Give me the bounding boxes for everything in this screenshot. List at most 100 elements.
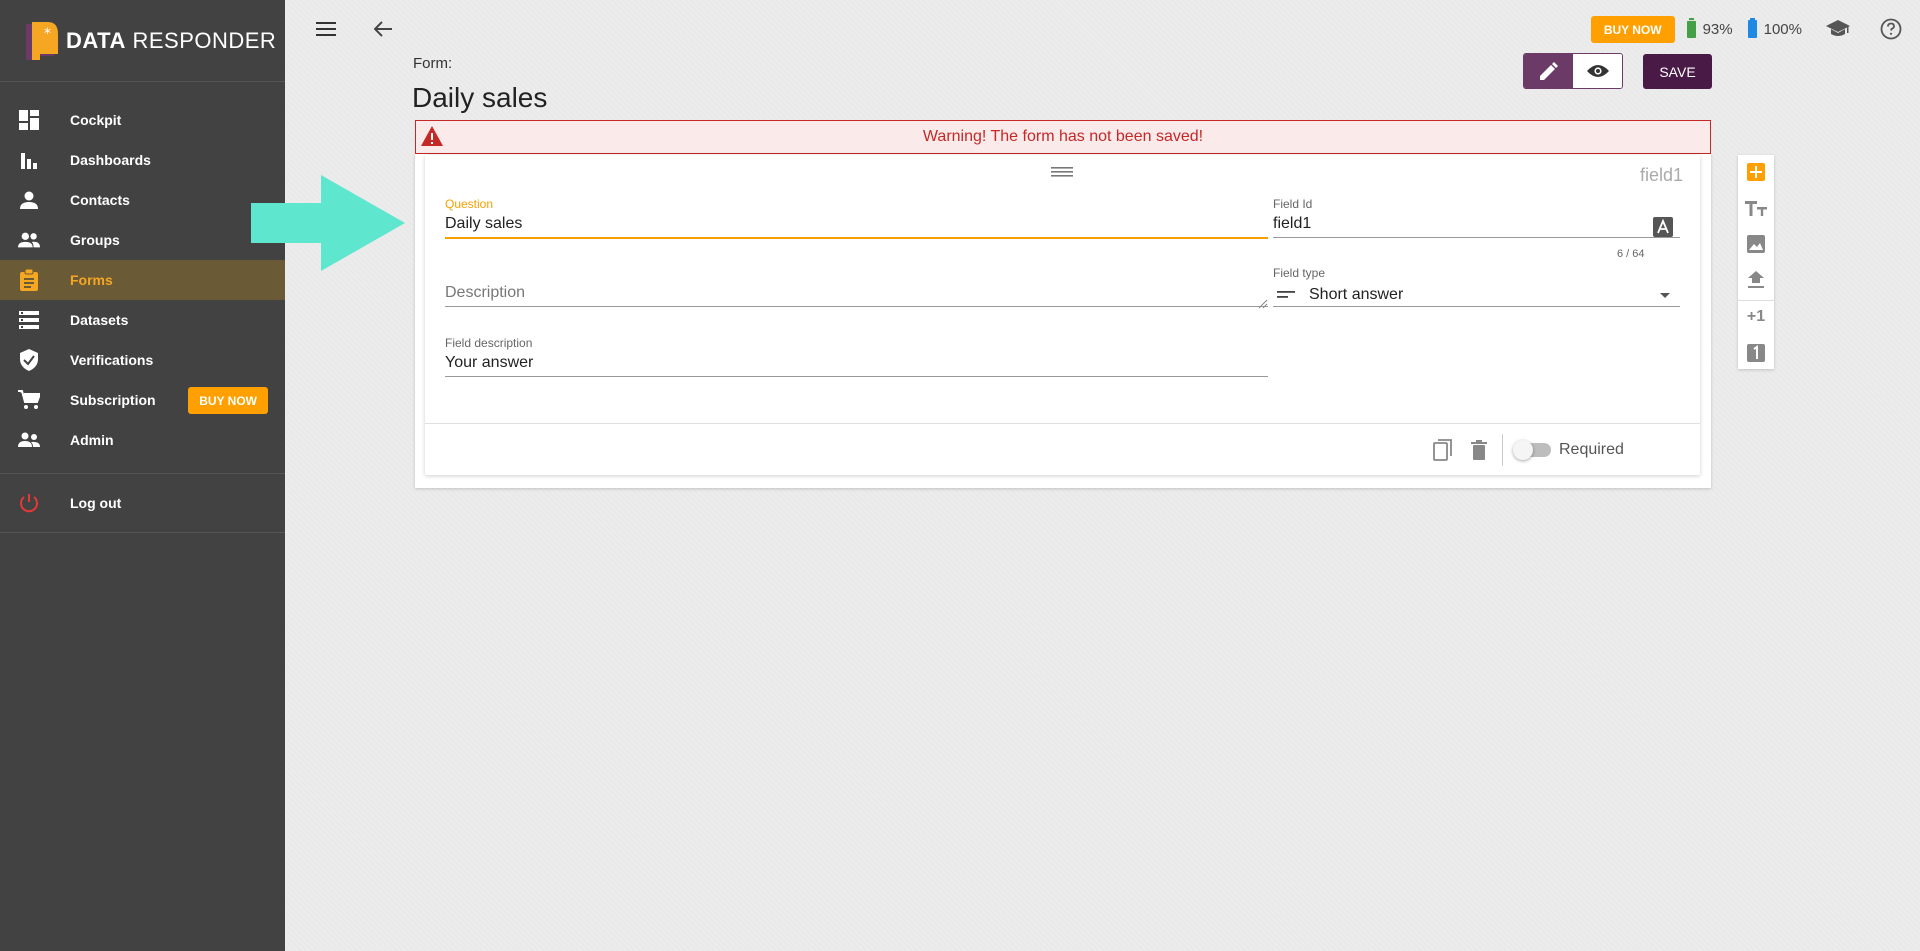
bar-chart-icon <box>18 149 40 171</box>
question-field[interactable]: Question Daily sales <box>445 197 1268 239</box>
description-underline <box>445 306 1268 307</box>
sidebar-item-admin[interactable]: Admin <box>0 420 285 460</box>
text-size-icon[interactable] <box>1744 196 1768 220</box>
dashboard-icon <box>18 109 40 131</box>
sidebar-item-groups[interactable]: Groups <box>0 220 285 260</box>
question-label: Question <box>445 197 494 211</box>
eye-icon <box>1586 64 1609 78</box>
sidebar-item-datasets[interactable]: Datasets <box>0 300 285 340</box>
menu-icon[interactable] <box>313 16 339 42</box>
battery-cap <box>1688 18 1694 20</box>
graduation-cap-icon[interactable] <box>1826 20 1850 38</box>
toggle-knob <box>1513 440 1533 460</box>
pencil-icon <box>1539 62 1558 80</box>
nav-divider <box>0 532 285 533</box>
field-description-input[interactable]: Your answer <box>445 354 1268 376</box>
drag-handle-icon[interactable] <box>1051 165 1073 179</box>
field-id-underline <box>1273 237 1680 238</box>
toolbar-divider <box>1738 300 1774 301</box>
power-icon <box>18 492 40 514</box>
page-title: Daily sales <box>412 82 548 113</box>
battery-cap <box>1749 18 1755 20</box>
sidebar-item-label: Verifications <box>70 352 154 368</box>
brand-logo[interactable]: * DATA RESPONDER <box>0 0 285 82</box>
battery-icon <box>1747 18 1757 38</box>
sidebar-item-label: Admin <box>70 432 114 448</box>
field-type-value: Short answer <box>1309 286 1404 303</box>
numbered-icon[interactable] <box>1744 341 1768 365</box>
main-nav: Cockpit Dashboards Contacts Groups Forms <box>0 82 285 533</box>
sidebar-item-label: Groups <box>70 232 120 248</box>
card-footer: Required <box>425 423 1700 475</box>
field-type-label: Field type <box>1273 266 1326 280</box>
sidebar-item-subscription[interactable]: Subscription BUY NOW <box>0 380 285 420</box>
sidebar-item-label: Log out <box>70 495 122 511</box>
chevron-down-icon <box>1660 292 1670 298</box>
upload-icon[interactable] <box>1744 268 1768 292</box>
field-description-underline <box>445 376 1268 377</box>
warning-text: Warning! The form has not been saved! <box>922 128 1204 145</box>
top-right-bar: BUY NOW 93% 100% <box>1590 12 1902 46</box>
battery-fill <box>1747 20 1757 38</box>
sidebar-item-forms[interactable]: Forms <box>0 260 285 300</box>
sidebar-item-label: Dashboards <box>70 152 151 168</box>
sidebar-buy-now-button[interactable]: BUY NOW <box>188 387 268 414</box>
battery-value: 93% <box>1702 20 1733 38</box>
warning-icon <box>421 126 443 151</box>
annotation-arrow-icon <box>251 175 405 276</box>
delete-icon[interactable] <box>1467 438 1491 462</box>
field-id-input[interactable]: field1 <box>1273 215 1680 237</box>
back-arrow-icon[interactable] <box>370 16 396 42</box>
field-id-field[interactable]: Field Id field1 <box>1273 197 1680 238</box>
field-type-select[interactable]: Field type Short answer <box>1273 266 1680 307</box>
description-input[interactable]: Description <box>445 284 1268 306</box>
battery-status-1: 93% <box>1686 18 1733 38</box>
sidebar-item-label: Datasets <box>70 312 129 328</box>
copy-icon[interactable] <box>1431 438 1455 462</box>
head-logo-icon: * <box>20 20 58 62</box>
sidebar-item-label: Contacts <box>70 192 130 208</box>
sidebar-item-label: Subscription <box>70 392 156 408</box>
sidebar-item-contacts[interactable]: Contacts <box>0 180 285 220</box>
edit-mode-button[interactable] <box>1524 54 1573 88</box>
top-buy-now-button[interactable]: BUY NOW <box>1590 15 1675 43</box>
field-type-underline <box>1273 306 1680 307</box>
footer-divider <box>1502 434 1503 466</box>
question-underline <box>445 237 1268 239</box>
add-question-icon[interactable] <box>1744 160 1768 184</box>
character-counter: 6 / 64 <box>1617 248 1645 260</box>
battery-value: 100% <box>1763 20 1802 38</box>
sidebar-item-dashboards[interactable]: Dashboards <box>0 140 285 180</box>
question-input[interactable]: Daily sales <box>445 215 1268 237</box>
unsaved-warning-banner: Warning! The form has not been saved! <box>415 120 1711 154</box>
sidebar-item-label: Cockpit <box>70 112 122 128</box>
image-icon[interactable] <box>1744 232 1768 256</box>
field-tag: field1 <box>1639 165 1683 185</box>
required-toggle[interactable] <box>1513 440 1561 460</box>
svg-text:*: * <box>44 26 51 42</box>
auto-id-icon[interactable] <box>1653 217 1673 237</box>
battery-status-2: 100% <box>1747 18 1802 38</box>
add-one-icon[interactable]: +1 <box>1744 305 1768 329</box>
required-label: Required <box>1559 441 1624 458</box>
field-description-field[interactable]: Field description Your answer <box>445 336 1268 377</box>
field-id-label: Field Id <box>1273 197 1313 211</box>
resize-handle-icon[interactable] <box>1258 299 1268 309</box>
save-button[interactable]: SAVE <box>1643 54 1712 89</box>
mode-toggle <box>1523 53 1623 89</box>
sidebar-item-logout[interactable]: Log out <box>0 474 285 532</box>
list-icon <box>18 309 40 331</box>
help-icon[interactable] <box>1880 18 1902 40</box>
sidebar-item-cockpit[interactable]: Cockpit <box>0 100 285 140</box>
people-icon <box>18 229 40 251</box>
side-toolbar: +1 <box>1738 155 1774 369</box>
sidebar-item-verifications[interactable]: Verifications <box>0 340 285 380</box>
brand-name: DATA RESPONDER <box>66 27 277 53</box>
preview-mode-button[interactable] <box>1573 54 1622 88</box>
cart-icon <box>18 389 40 411</box>
short-text-icon <box>1277 290 1295 300</box>
form-label: Form: <box>413 55 453 72</box>
description-field[interactable]: Description <box>445 266 1268 307</box>
shield-check-icon <box>18 349 40 371</box>
battery-icon <box>1686 18 1696 38</box>
